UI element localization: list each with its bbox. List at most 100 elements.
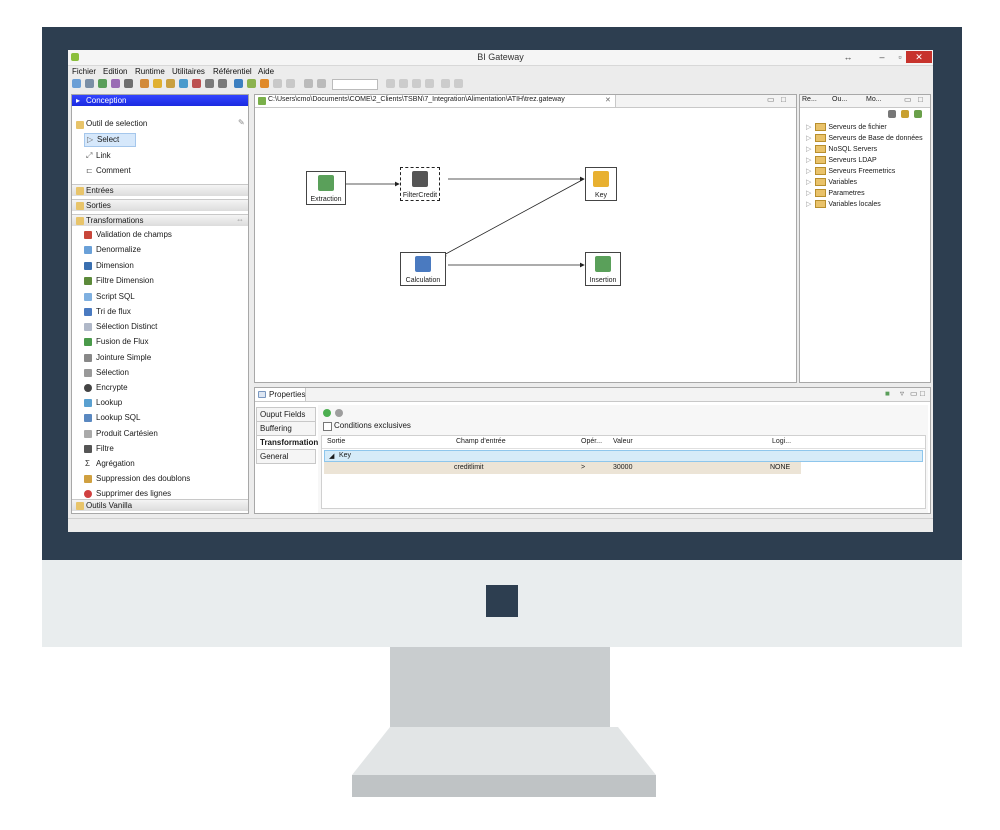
palette-item-dimension[interactable]: Dimension bbox=[72, 259, 248, 273]
collapse-icon[interactable]: ⇔ bbox=[236, 215, 244, 224]
category-transformations[interactable]: Transformations ⇔ bbox=[72, 214, 248, 226]
palette-item-distinct[interactable]: Sélection Distinct bbox=[72, 320, 248, 334]
align-right-icon[interactable] bbox=[412, 79, 421, 88]
node-insertion[interactable]: Insertion bbox=[585, 252, 621, 286]
report-icon[interactable] bbox=[166, 79, 175, 88]
palette-item-lookup[interactable]: Lookup bbox=[72, 396, 248, 410]
column-header[interactable]: Champ d'entrée bbox=[456, 438, 506, 445]
menu-referentiel[interactable]: Référentiel bbox=[213, 67, 252, 76]
conditions-checkbox[interactable] bbox=[323, 422, 332, 431]
add-row-icon[interactable] bbox=[323, 409, 331, 417]
resize-icon[interactable]: ↔ bbox=[838, 51, 858, 63]
palette-icon[interactable] bbox=[153, 79, 162, 88]
deploy-icon[interactable] bbox=[247, 79, 256, 88]
validate-icon[interactable] bbox=[286, 79, 295, 88]
palette-item-fusion[interactable]: Fusion de Flux bbox=[72, 335, 248, 349]
open-icon[interactable] bbox=[85, 79, 94, 88]
node-filtercredit[interactable]: FilterCredit bbox=[400, 167, 440, 201]
tree-item[interactable]: ▷ Serveurs de Base de données bbox=[806, 134, 923, 145]
node-calculation[interactable]: Calculation bbox=[400, 252, 446, 286]
expand-icon[interactable]: ◢ bbox=[329, 452, 334, 460]
maximize-view-icon[interactable]: □ bbox=[920, 389, 925, 398]
column-header[interactable]: Opér... bbox=[581, 438, 602, 445]
tab-buffering[interactable]: Buffering bbox=[256, 421, 316, 436]
pin-icon[interactable]: ✎ bbox=[238, 118, 245, 127]
check-icon[interactable] bbox=[273, 79, 282, 88]
palette-item-filtre-dimension[interactable]: Filtre Dimension bbox=[72, 274, 248, 288]
palette-item-produit[interactable]: Produit Cartésien bbox=[72, 427, 248, 441]
palette-item-tri[interactable]: Tri de flux bbox=[72, 305, 248, 319]
menu-fichier[interactable]: Fichier bbox=[72, 67, 96, 76]
tree-item[interactable]: ▷ NoSQL Servers bbox=[806, 145, 877, 156]
tree-item[interactable]: ▷ Serveurs LDAP bbox=[806, 156, 877, 167]
pin-icon[interactable]: ■ bbox=[885, 389, 890, 398]
new-icon[interactable] bbox=[72, 79, 81, 88]
category-outils-vanilla[interactable]: Outils Vanilla bbox=[72, 499, 248, 511]
properties-tab[interactable]: Properties bbox=[255, 388, 306, 401]
connector-icon[interactable] bbox=[454, 79, 463, 88]
tab-output-fields[interactable]: Ouput Fields bbox=[256, 407, 316, 422]
debug-icon[interactable] bbox=[111, 79, 120, 88]
zoom-out-icon[interactable] bbox=[317, 79, 326, 88]
tree-item[interactable]: ▷ Serveurs Freemetrics bbox=[806, 167, 895, 178]
tree-item[interactable]: ▷ Variables bbox=[806, 178, 857, 189]
palette-item-doublons[interactable]: Suppression des doublons bbox=[72, 472, 248, 486]
palette-item-script-sql[interactable]: Script SQL bbox=[72, 290, 248, 304]
align-left-icon[interactable] bbox=[386, 79, 395, 88]
minimize-view-icon[interactable]: ▭ bbox=[904, 95, 912, 104]
tab-general[interactable]: General bbox=[256, 449, 316, 464]
connect-icon[interactable] bbox=[205, 79, 214, 88]
tree-item[interactable]: ▷ Serveurs de fichier bbox=[806, 123, 887, 134]
run-icon[interactable] bbox=[98, 79, 107, 88]
menu-edition[interactable]: Edition bbox=[103, 67, 127, 76]
maximize-view-icon[interactable]: □ bbox=[918, 95, 923, 104]
tab-outline[interactable]: Ou... bbox=[832, 96, 847, 103]
palette-item-lookup-sql[interactable]: Lookup SQL bbox=[72, 411, 248, 425]
settings-icon[interactable] bbox=[140, 79, 149, 88]
align-center-icon[interactable] bbox=[399, 79, 408, 88]
distribute-icon[interactable] bbox=[425, 79, 434, 88]
disconnect-icon[interactable] bbox=[218, 79, 227, 88]
maximize-view-icon[interactable]: □ bbox=[781, 95, 786, 104]
table-row[interactable]: creditlimit > 30000 NONE bbox=[324, 462, 801, 474]
link-tool-icon[interactable] bbox=[192, 79, 201, 88]
editor-tab[interactable]: C:\Users\cmo\Documents\COME\2_Clients\TS… bbox=[255, 95, 616, 107]
palette-item-selection[interactable]: Sélection bbox=[72, 366, 248, 380]
node-key[interactable]: Key bbox=[585, 167, 617, 201]
menu-runtime[interactable]: Runtime bbox=[135, 67, 165, 76]
refresh-icon[interactable] bbox=[901, 110, 909, 118]
add-icon[interactable] bbox=[914, 110, 922, 118]
palette-item-filtre[interactable]: Filtre bbox=[72, 442, 248, 456]
tool-select[interactable]: ▷ Select bbox=[84, 133, 136, 147]
category-entrees[interactable]: Entrées bbox=[72, 184, 248, 196]
stop-icon[interactable] bbox=[124, 79, 133, 88]
view-menu-icon[interactable]: ▿ bbox=[900, 389, 904, 398]
chart-icon[interactable] bbox=[260, 79, 269, 88]
minimize-button[interactable]: – bbox=[872, 51, 892, 63]
palette-header[interactable]: ▸ Conception bbox=[72, 95, 248, 106]
pointer-icon[interactable] bbox=[441, 79, 450, 88]
category-sorties[interactable]: Sorties bbox=[72, 199, 248, 211]
minimize-view-icon[interactable]: ▭ bbox=[910, 389, 918, 398]
database-icon[interactable] bbox=[234, 79, 243, 88]
remove-row-icon[interactable] bbox=[335, 409, 343, 417]
node-extraction[interactable]: Extraction bbox=[306, 171, 346, 205]
tab-transformation[interactable]: Transformation bbox=[256, 435, 318, 450]
palette-item-denormalize[interactable]: Denormalize bbox=[72, 243, 248, 257]
close-button[interactable]: ✕ bbox=[906, 51, 932, 63]
tab-model[interactable]: Mo... bbox=[866, 96, 882, 103]
refresh-icon[interactable] bbox=[179, 79, 188, 88]
minimize-view-icon[interactable]: ▭ bbox=[767, 95, 775, 104]
menu-aide[interactable]: Aide bbox=[258, 67, 274, 76]
palette-item-encrypte[interactable]: Encrypte bbox=[72, 381, 248, 395]
palette-item-validation[interactable]: Validation de champs bbox=[72, 228, 248, 242]
zoom-in-icon[interactable] bbox=[304, 79, 313, 88]
category-selection-tools[interactable]: Outil de selection ✎ bbox=[72, 118, 248, 129]
column-header[interactable]: Valeur bbox=[613, 438, 633, 445]
close-tab-icon[interactable]: ✕ bbox=[605, 96, 611, 104]
tool-link[interactable]: ⤢ Link bbox=[72, 149, 248, 163]
column-header[interactable]: Logi... bbox=[772, 438, 791, 445]
tool-comment[interactable]: ⊏ Comment bbox=[72, 164, 248, 178]
palette-item-agregation[interactable]: Σ Agrégation bbox=[72, 457, 248, 471]
menu-utilitaires[interactable]: Utilitaires bbox=[172, 67, 205, 76]
